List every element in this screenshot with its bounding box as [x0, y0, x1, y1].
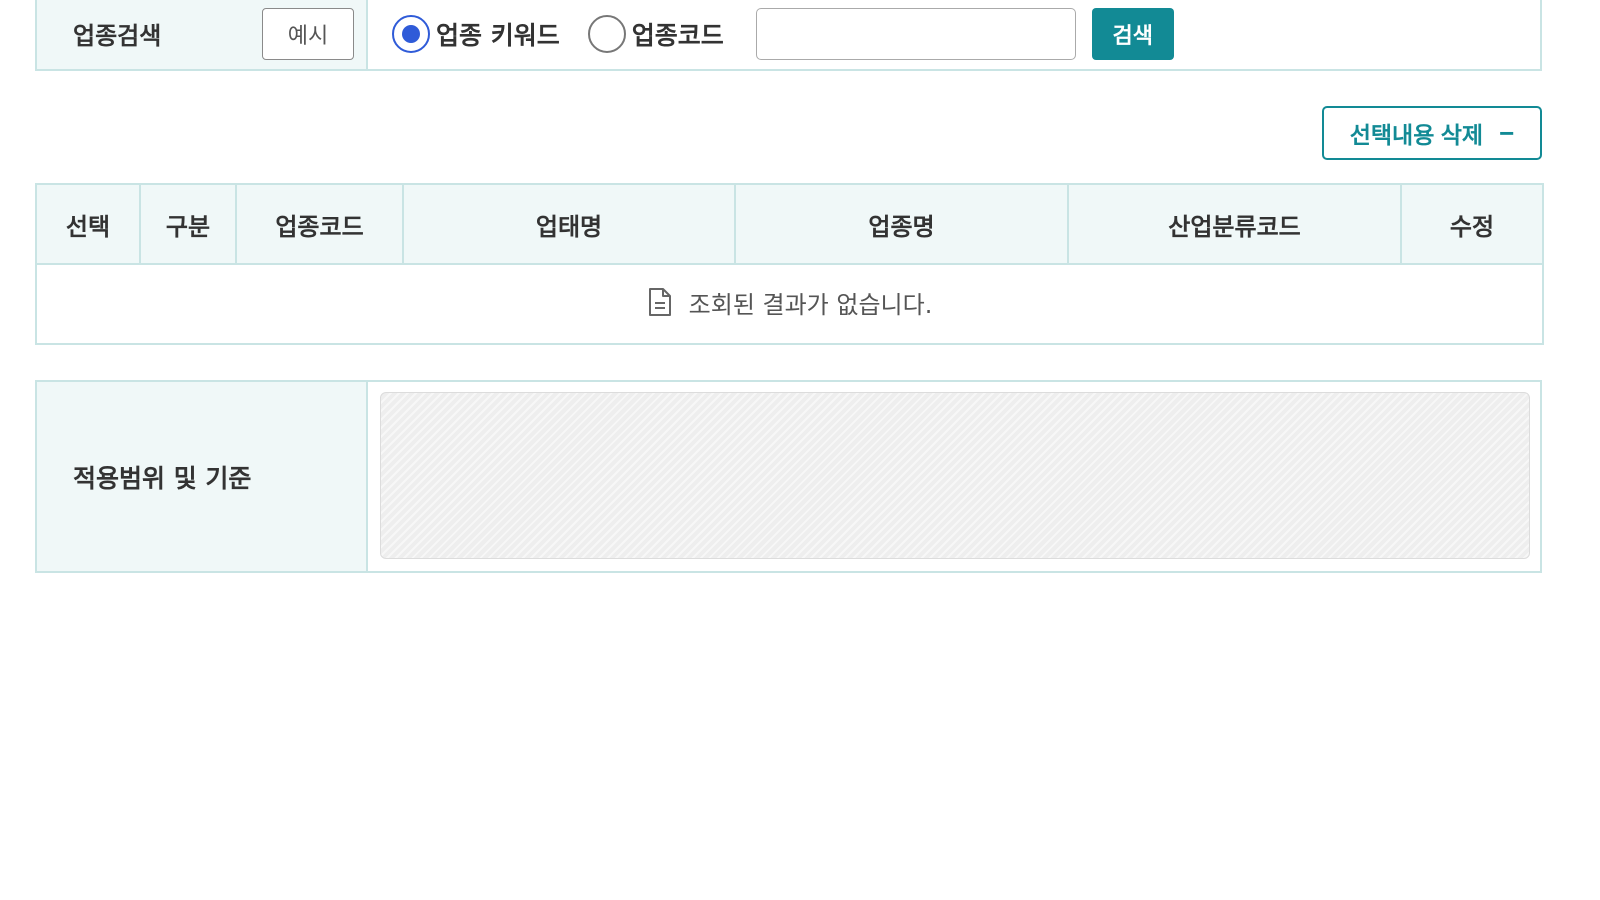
radio-industry-code[interactable]: 업종코드	[587, 14, 724, 53]
scope-row: 적용범위 및 기준	[35, 380, 1542, 573]
column-header-industry-code: 업종코드	[235, 183, 404, 265]
search-button[interactable]: 검색	[1091, 7, 1174, 60]
column-header-industry-name: 업종명	[734, 183, 1069, 265]
column-header-business-type-name: 업태명	[402, 183, 736, 265]
result-table: 선택 구분 업종코드 업태명 업종명 산업분류코드 수정 조회된 결과가 없습니…	[35, 183, 1544, 345]
radio-checked-icon[interactable]	[392, 14, 430, 53]
radio-industry-keyword-label: 업종 키워드	[436, 20, 560, 50]
delete-selected-label: 선택내용 삭제	[1349, 122, 1484, 148]
table-header-row: 선택 구분 업종코드 업태명 업종명 산업분류코드 수정	[35, 183, 1544, 265]
industry-search-row: 업종검색 예시 업종 키워드 업종코드 검색	[35, 0, 1542, 71]
column-header-industry-classification-code: 산업분류코드	[1067, 183, 1402, 265]
radio-industry-keyword[interactable]: 업종 키워드	[392, 14, 560, 53]
industry-search-label-cell: 업종검색 예시	[37, 0, 368, 69]
radio-industry-code-label: 업종코드	[631, 20, 724, 50]
example-button[interactable]: 예시	[262, 7, 354, 60]
empty-result-message-wrap: 조회된 결과가 없습니다.	[647, 285, 933, 320]
scope-content-cell	[368, 382, 1540, 571]
delete-selected-button[interactable]: 선택내용 삭제 −	[1322, 106, 1542, 160]
industry-search-input[interactable]	[755, 7, 1076, 60]
empty-result-row: 조회된 결과가 없습니다.	[35, 263, 1544, 345]
column-header-select: 선택	[35, 183, 141, 265]
scope-content-area	[380, 392, 1530, 559]
column-header-type: 구분	[139, 183, 237, 265]
minus-icon: −	[1499, 117, 1515, 148]
industry-search-controls: 업종 키워드 업종코드 검색	[368, 0, 1540, 69]
document-icon	[648, 288, 671, 317]
empty-result-message: 조회된 결과가 없습니다.	[688, 290, 933, 319]
scope-label: 적용범위 및 기준	[73, 463, 252, 493]
radio-unchecked-icon[interactable]	[587, 14, 626, 53]
industry-search-label: 업종검색	[73, 22, 162, 50]
empty-result-cell: 조회된 결과가 없습니다.	[35, 263, 1544, 345]
scope-label-cell: 적용범위 및 기준	[37, 382, 368, 571]
column-header-edit: 수정	[1400, 183, 1544, 265]
